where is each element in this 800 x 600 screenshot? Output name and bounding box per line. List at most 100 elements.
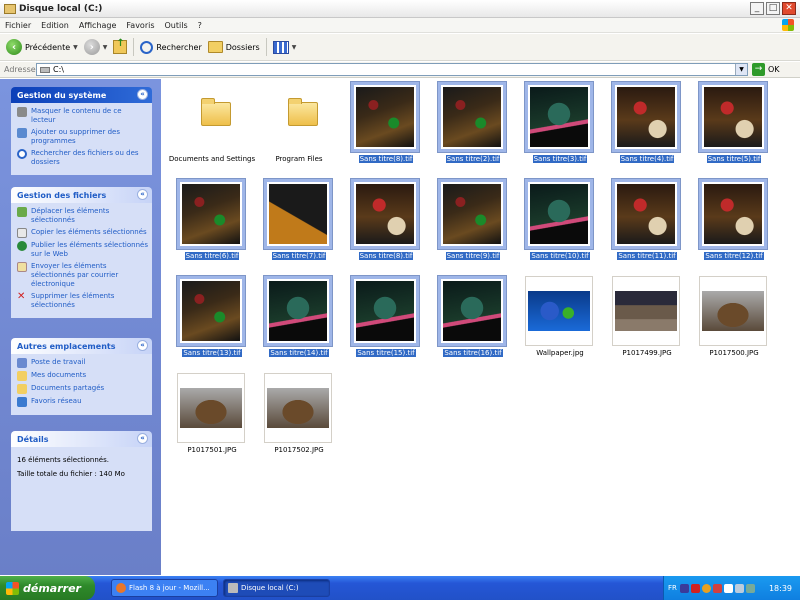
views-button[interactable]: ▼ [272, 36, 297, 58]
clock: 18:39 [768, 583, 792, 593]
file-item[interactable]: Sans titre(16).tif [429, 275, 519, 368]
task-copy-items[interactable]: Copier les éléments sélectionnés [17, 228, 148, 238]
system-tray: FR 18:39 [663, 576, 800, 600]
file-item[interactable]: P1017499.JPG [603, 276, 693, 368]
task-move-items[interactable]: Déplacer les éléments sélectionnés [17, 207, 148, 225]
file-item[interactable]: Sans titre(4).tif [603, 81, 693, 174]
address-dropdown-button[interactable]: ▼ [735, 64, 747, 75]
thumbnail [524, 81, 594, 153]
file-item[interactable]: Sans titre(13).tif [168, 275, 258, 368]
place-network[interactable]: Favoris réseau [17, 397, 148, 407]
task-hide-drive-contents[interactable]: Masquer le contenu de ce lecteur [17, 107, 148, 125]
up-folder-button[interactable] [113, 36, 128, 58]
volume-icon[interactable] [734, 583, 744, 593]
image-preview [356, 87, 414, 147]
chevron-down-icon[interactable]: ▼ [292, 44, 297, 51]
file-item[interactable]: Sans titre(5).tif [690, 81, 780, 174]
menu-help[interactable]: ? [193, 21, 207, 30]
menu-favoris[interactable]: Favoris [121, 21, 159, 30]
tray-icon[interactable] [701, 583, 711, 593]
task-add-remove-programs[interactable]: Ajouter ou supprimer des programmes [17, 128, 148, 146]
network-icon[interactable] [723, 583, 733, 593]
file-name: Sans titre(5).tif [690, 154, 778, 164]
file-tasks-header[interactable]: Gestion des fichiers « [11, 187, 152, 203]
language-indicator[interactable]: FR [668, 584, 677, 592]
file-name-label: Sans titre(16).tif [443, 349, 503, 357]
tray-icon[interactable] [679, 583, 689, 593]
image-preview [443, 281, 501, 341]
place-my-documents[interactable]: Mes documents [17, 371, 148, 381]
chevron-down-icon[interactable]: ▼ [103, 44, 108, 51]
tray-icon[interactable] [690, 583, 700, 593]
file-item[interactable]: Sans titre(7).tif [255, 178, 345, 271]
task-firefox[interactable]: Flash 8 à jour - Mozill... [111, 579, 218, 597]
file-name: Wallpaper.jpg [516, 348, 604, 358]
back-button[interactable]: ‹ Précédente ▼ [6, 36, 78, 58]
file-name: P1017499.JPG [603, 348, 691, 358]
file-item[interactable]: P1017500.JPG [690, 276, 780, 368]
file-item[interactable]: Wallpaper.jpg [516, 276, 606, 368]
menu-bar: Fichier Edition Affichage Favoris Outils… [0, 18, 800, 33]
start-button[interactable]: démarrer [0, 576, 95, 600]
search-button[interactable]: Rechercher [140, 36, 202, 58]
collapse-icon[interactable]: « [137, 189, 148, 200]
file-item[interactable]: Sans titre(9).tif [429, 178, 519, 271]
file-name-label: P1017502.JPG [274, 446, 324, 454]
file-name: Sans titre(12).tif [690, 251, 778, 261]
place-my-computer[interactable]: Poste de travail [17, 358, 148, 368]
maximize-button[interactable]: □ [766, 2, 780, 15]
file-item[interactable]: Sans titre(12).tif [690, 178, 780, 271]
tray-icon[interactable] [712, 583, 722, 593]
file-item[interactable]: Sans titre(10).tif [516, 178, 606, 271]
details-total-size: Taille totale du fichier : 140 Mo [17, 470, 125, 478]
file-item[interactable]: Sans titre(2).tif [429, 81, 519, 174]
file-name: Program Files [255, 154, 343, 164]
file-name-label: Sans titre(9).tif [445, 252, 501, 260]
system-tasks-header[interactable]: Gestion du système « [11, 87, 152, 103]
thumbnail [264, 82, 332, 152]
other-places-header[interactable]: Autres emplacements « [11, 338, 152, 354]
forward-button[interactable]: › ▼ [83, 36, 108, 58]
minimize-button[interactable]: _ [750, 2, 764, 15]
file-item[interactable]: Sans titre(14).tif [255, 275, 345, 368]
thumbnail [525, 276, 593, 346]
file-view[interactable]: Documents and Settings Program Files Sans … [161, 79, 800, 575]
file-item[interactable]: P1017502.JPG [255, 373, 345, 465]
file-item[interactable]: Sans titre(11).tif [603, 178, 693, 271]
folders-icon [207, 41, 223, 53]
thumbnail [263, 178, 333, 250]
title-bar[interactable]: Disque local (C:) _ □ ✕ [0, 0, 800, 18]
file-item[interactable]: Sans titre(8).tif [342, 81, 432, 174]
folder-item[interactable]: Program Files [255, 82, 345, 174]
menu-fichier[interactable]: Fichier [0, 21, 36, 30]
go-button[interactable]: → OK [752, 63, 780, 76]
folder-icon [288, 98, 318, 126]
file-item[interactable]: Sans titre(8).tif [342, 178, 432, 271]
file-item[interactable]: Sans titre(3).tif [516, 81, 606, 174]
task-label: Ajouter ou supprimer des programmes [31, 128, 120, 145]
menu-outils[interactable]: Outils [160, 21, 193, 30]
close-button[interactable]: ✕ [782, 2, 796, 15]
folder-item[interactable]: Documents and Settings [168, 82, 258, 174]
collapse-icon[interactable]: « [137, 433, 148, 444]
address-input[interactable]: C:\ ▼ [36, 63, 748, 76]
task-explorer[interactable]: Disque local (C:) [223, 579, 330, 597]
task-email-items[interactable]: Envoyer les éléments sélectionnés par co… [17, 262, 148, 289]
details-header[interactable]: Détails « [11, 431, 152, 447]
task-publish-web[interactable]: Publier les éléments sélectionnés sur le… [17, 241, 148, 259]
file-item[interactable]: P1017501.JPG [168, 373, 258, 465]
place-shared-documents[interactable]: Documents partagés [17, 384, 148, 394]
collapse-icon[interactable]: « [137, 340, 148, 351]
file-item[interactable]: Sans titre(15).tif [342, 275, 432, 368]
chevron-down-icon[interactable]: ▼ [73, 44, 78, 51]
tray-icon[interactable] [745, 583, 755, 593]
task-search-files[interactable]: Rechercher des fichiers ou des dossiers [17, 149, 148, 167]
move-icon [17, 207, 27, 217]
collapse-icon[interactable]: « [137, 89, 148, 100]
folders-button[interactable]: Dossiers [207, 36, 260, 58]
place-label: Mes documents [31, 371, 87, 379]
menu-affichage[interactable]: Affichage [74, 21, 122, 30]
menu-edition[interactable]: Edition [36, 21, 74, 30]
task-delete-items[interactable]: ✕ Supprimer les éléments sélectionnés [17, 292, 148, 310]
file-item[interactable]: Sans titre(6).tif [168, 178, 258, 271]
